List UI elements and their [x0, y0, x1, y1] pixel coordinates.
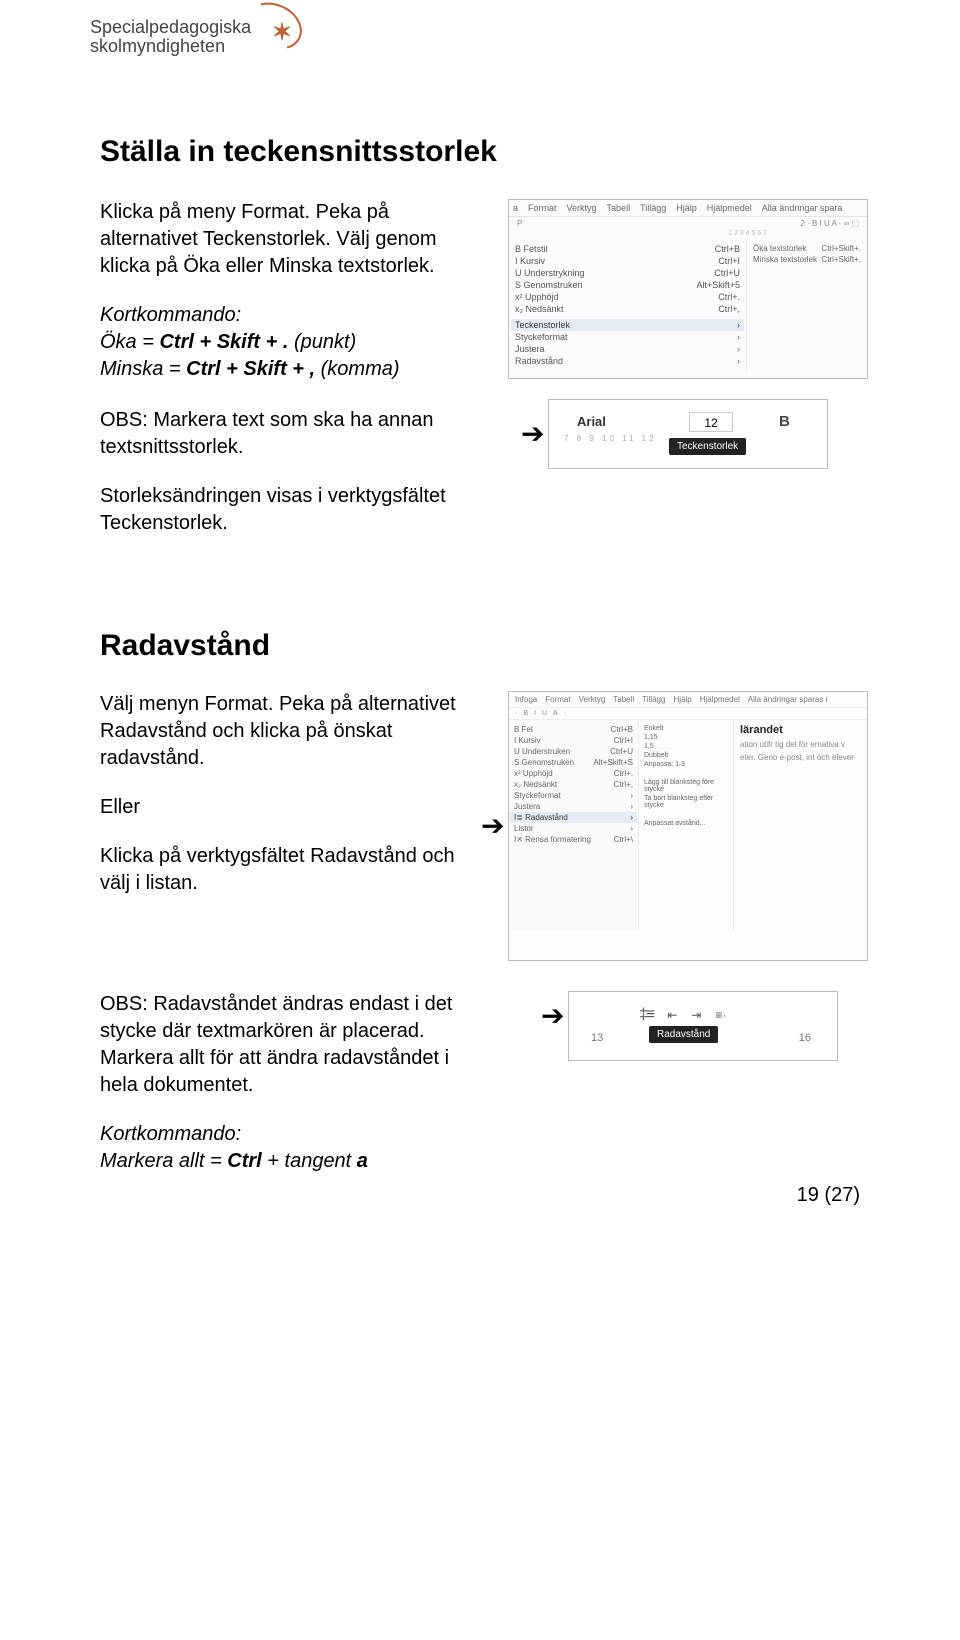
screenshot-radavstand-menu: ➔ InfogaFormatVerktygTabellTilläggHjälpH…	[508, 691, 868, 961]
s2-p3: OBS: Radavståndet ändras endast i det st…	[100, 991, 480, 1099]
radavstand-tooltip: Radavstånd	[649, 1026, 718, 1043]
logo-line2: skolmyndigheten	[90, 37, 251, 56]
screenshot-format-menu: aFormatVerktygTabellTilläggHjälpHjälpmed…	[508, 199, 868, 379]
page-number: 19 (27)	[797, 1184, 860, 1207]
arrow-icon: ➔	[541, 1002, 564, 1030]
arrow-icon: ➔	[521, 420, 544, 448]
shot1-dropdown-left: B FetstilCtrl+BI KursivCtrl+IU Understry…	[509, 239, 747, 371]
shot3-menubar: InfogaFormatVerktygTabellTilläggHjälpHjä…	[509, 692, 867, 708]
toolbar-bold-icon: B	[779, 413, 790, 430]
s1-obs: OBS: Markera text som ska ha annan texts…	[100, 407, 480, 461]
indent-inc-icon: ⇥	[691, 1008, 701, 1022]
s2-p2: Klicka på verktygsfältet Radavstånd och …	[100, 843, 480, 897]
screenshot-toolbar-fontsize: ➔ Arial 12 B 7 8 9 10 11 12 Teckenstorle…	[548, 399, 828, 469]
logo: ✶ Specialpedagogiska skolmyndigheten	[90, 18, 251, 56]
logo-star-icon: ✶	[272, 20, 292, 45]
indent-dec-icon: ⇤	[667, 1008, 677, 1022]
arrow-icon: ➔	[481, 812, 504, 840]
kort-label: Kortkommando:	[100, 304, 241, 326]
logo-line1: Specialpedagogiska	[90, 18, 251, 37]
toolbar-fontsize-box: 12	[689, 412, 733, 432]
s1-kort: Kortkommando: Öka = Ctrl + Skift + . (pu…	[100, 302, 480, 383]
shot3-dropdown-mid: Enkelt1,151,5DubbeltAnpassa: 1.3 Lägg ti…	[639, 720, 734, 930]
shot1-dropdown-right: Öka textstorlekCtrl+Skift+.Minska textst…	[747, 239, 867, 371]
shot3-doc-preview: lärandet ation utifr tig del för ernativ…	[734, 720, 867, 930]
list-icon: ≡·	[715, 1008, 726, 1022]
shot1-menubar: aFormatVerktygTabellTilläggHjälpHjälpmed…	[509, 200, 867, 217]
toolbar-tooltip: Teckenstorlek	[669, 438, 746, 455]
section2-title: Radavstånd	[100, 629, 870, 663]
screenshot-radavstand-toolbar: ➔ ‡≡ ⇤ ⇥ ≡· 13 16 Radavstånd	[568, 991, 838, 1061]
shot3-dropdown-left: B FetCtrl+BI KursivCtrl+IU UnderstrukenC…	[509, 720, 639, 930]
line-spacing-icon: ‡≡	[639, 1006, 653, 1024]
s1-p3: Storleksändringen visas i verktygsfältet…	[100, 483, 480, 537]
s2-eller: Eller	[100, 794, 480, 821]
s1-p1: Klicka på meny Format. Peka på alternati…	[100, 199, 480, 280]
section1-title: Ställa in teckensnittsstorlek	[100, 135, 870, 169]
s2-kort: Kortkommando: Markera allt = Ctrl + tang…	[100, 1121, 480, 1175]
toolbar-fontname: Arial	[577, 414, 606, 429]
s2-p1: Välj menyn Format. Peka på alternativet …	[100, 691, 480, 772]
shot3-ribbon: ·BIUA·	[509, 708, 867, 720]
